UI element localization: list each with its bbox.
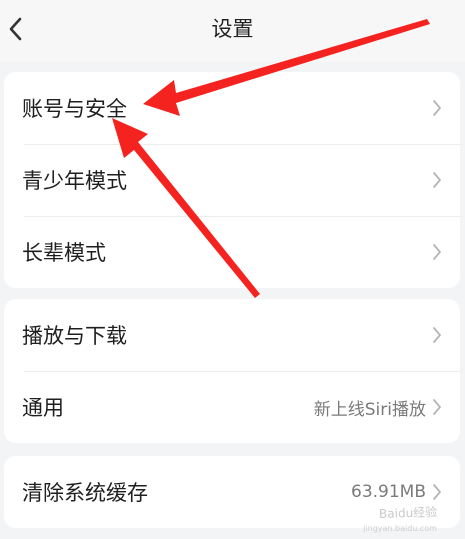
row-label: 清除系统缓存 bbox=[22, 481, 148, 505]
settings-row-general[interactable]: 通用 新上线Siri播放 bbox=[4, 371, 460, 443]
chevron-right-icon bbox=[433, 327, 441, 343]
row-label: 青少年模式 bbox=[22, 169, 127, 193]
chevron-right-icon bbox=[433, 244, 441, 260]
settings-row-elder-mode[interactable]: 长辈模式 bbox=[4, 216, 460, 288]
chevron-right-icon bbox=[433, 172, 441, 188]
row-value: 新上线Siri播放 bbox=[313, 399, 426, 420]
chevron-right-icon bbox=[433, 484, 441, 500]
row-label: 播放与下载 bbox=[22, 324, 127, 348]
page-title: 设置 bbox=[211, 17, 254, 41]
settings-group-account: 账号与安全 青少年模式 长辈模式 bbox=[4, 72, 460, 288]
settings-row-account-security[interactable]: 账号与安全 bbox=[4, 72, 460, 144]
settings-row-play-download[interactable]: 播放与下载 bbox=[4, 299, 460, 371]
settings-row-teen-mode[interactable]: 青少年模式 bbox=[4, 144, 460, 216]
row-label: 账号与安全 bbox=[22, 97, 127, 121]
row-label: 长辈模式 bbox=[22, 241, 106, 265]
chevron-right-icon bbox=[433, 399, 441, 415]
watermark-sub: jingyan.baidu.com bbox=[363, 524, 437, 533]
chevron-right-icon bbox=[433, 100, 441, 116]
settings-group-playback: 播放与下载 通用 新上线Siri播放 bbox=[4, 299, 460, 443]
row-value: 63.91MB bbox=[351, 482, 426, 502]
watermark: Baidu经验 bbox=[378, 504, 438, 522]
row-label: 通用 bbox=[22, 396, 64, 420]
navigation-bar: 设置 bbox=[0, 0, 465, 62]
